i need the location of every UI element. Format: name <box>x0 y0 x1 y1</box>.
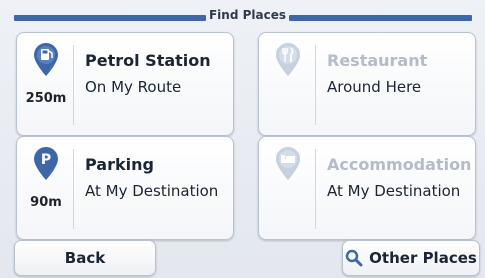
page-title: Find Places <box>208 8 287 22</box>
fuel-pin-icon <box>34 43 58 76</box>
restaurant-pin-icon <box>276 43 300 76</box>
distance-label: 90m <box>30 195 62 210</box>
distance-label: 250m <box>25 91 67 106</box>
restaurant-tile[interactable]: Restaurant Around Here <box>258 32 476 136</box>
tile-title: Accommodation <box>327 155 472 174</box>
tile-divider <box>315 45 316 125</box>
header-rule-left <box>14 15 206 21</box>
petrol-station-tile[interactable]: 250m Petrol Station On My Route <box>16 32 234 136</box>
tile-title: Petrol Station <box>85 51 211 70</box>
tile-subtitle: At My Destination <box>85 182 219 200</box>
tile-subtitle: At My Destination <box>327 182 461 200</box>
find-places-screen: Find Places 250m Petrol Station On My Ro… <box>0 0 485 278</box>
tile-divider <box>315 149 316 229</box>
other-places-button[interactable]: Other Places <box>342 240 480 276</box>
tile-title: Parking <box>85 155 154 174</box>
parking-pin-icon: P <box>34 147 58 180</box>
tile-divider <box>73 45 74 125</box>
parking-tile[interactable]: P 90m Parking At My Destination <box>16 136 234 240</box>
tile-subtitle: On My Route <box>85 78 182 96</box>
tile-title: Restaurant <box>327 51 428 70</box>
search-icon <box>345 249 363 267</box>
tile-divider <box>73 149 74 229</box>
header: Find Places <box>0 0 485 28</box>
svg-text:P: P <box>41 152 51 168</box>
accommodation-tile[interactable]: Accommodation At My Destination <box>258 136 476 240</box>
header-rule-right <box>289 15 472 21</box>
tile-subtitle: Around Here <box>327 78 422 96</box>
back-button[interactable]: Back <box>14 240 156 276</box>
bed-pin-icon <box>276 147 300 180</box>
other-places-label: Other Places <box>369 249 477 267</box>
